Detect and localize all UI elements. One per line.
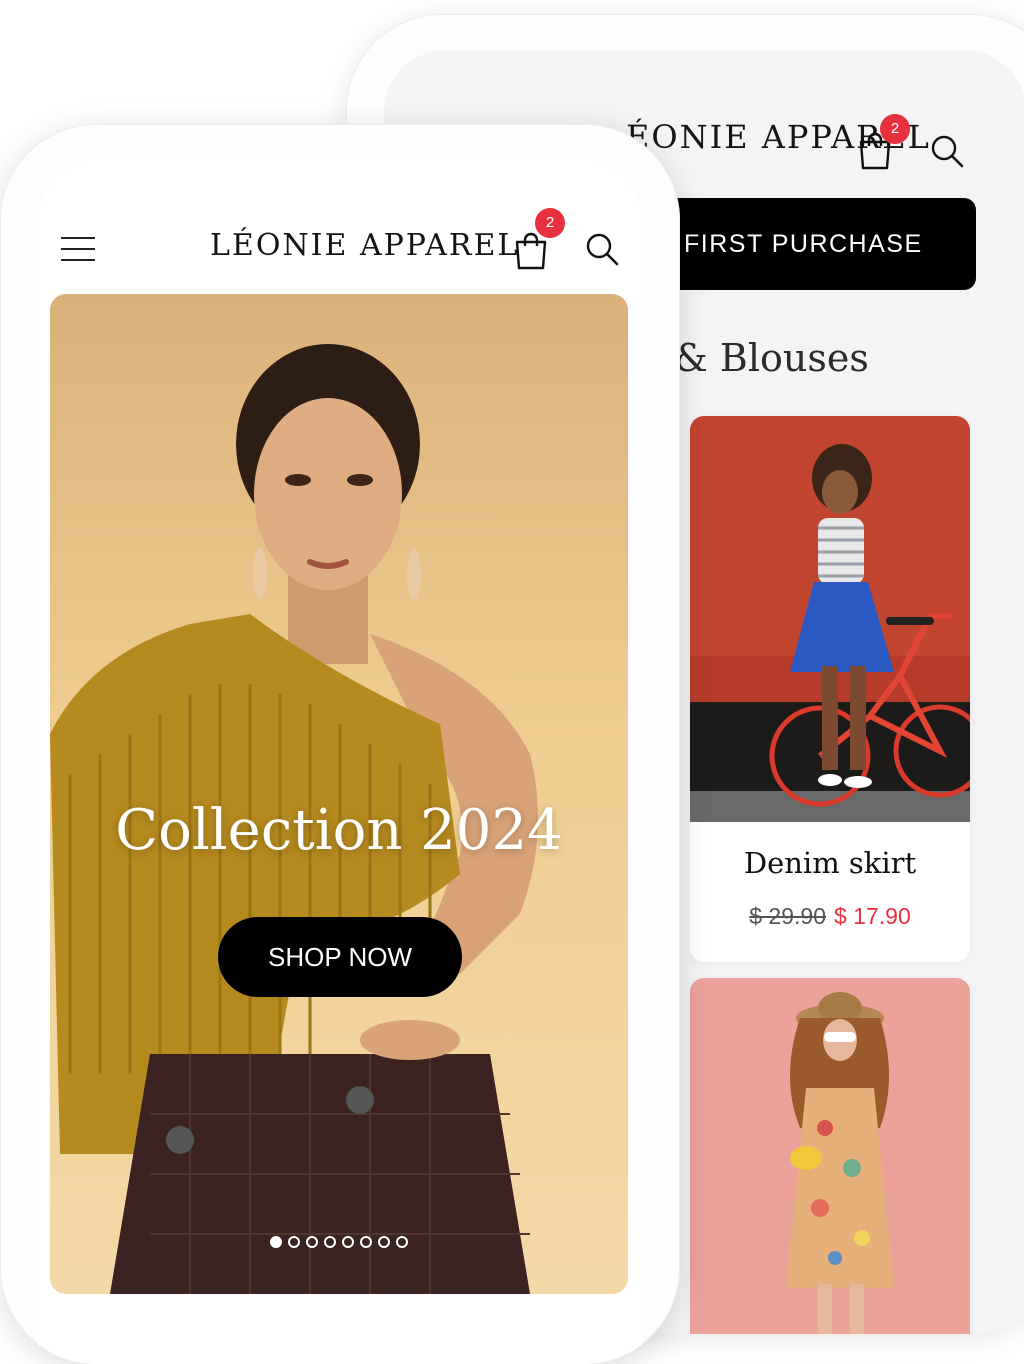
carousel-dot[interactable] <box>378 1236 390 1248</box>
carousel-dot[interactable] <box>396 1236 408 1248</box>
carousel-dot[interactable] <box>360 1236 372 1248</box>
carousel-dot[interactable] <box>288 1236 300 1248</box>
search-icon[interactable] <box>930 134 964 168</box>
cart-badge: 2 <box>535 208 565 238</box>
search-icon[interactable] <box>585 232 619 266</box>
carousel-dot[interactable] <box>306 1236 318 1248</box>
menu-icon[interactable] <box>60 236 96 262</box>
product-card[interactable]: Denim skirt $ 29.90 $ 17.90 <box>690 416 970 962</box>
carousel-dot[interactable] <box>324 1236 336 1248</box>
carousel-dot[interactable] <box>342 1236 354 1248</box>
hero-banner[interactable]: Collection 2024 SHOP NOW <box>50 294 628 1294</box>
front-phone-screen: LÉONIE APPAREL 2 Collection 2024 SHOP NO… <box>38 160 642 1364</box>
brand-logo[interactable]: LÉONIE APPAREL <box>210 228 519 263</box>
carousel-dots[interactable] <box>50 1236 628 1248</box>
sale-price: $ 17.90 <box>834 903 911 929</box>
woman-in-floral-dress-photo <box>690 978 970 1334</box>
model-in-mustard-sweater-photo <box>50 294 628 1294</box>
carousel-dot[interactable] <box>270 1236 282 1248</box>
hero-title: Collection 2024 <box>115 798 563 863</box>
woman-with-red-bicycle-photo <box>690 416 970 822</box>
section-title: & Blouses <box>674 336 869 380</box>
product-price: $ 29.90 $ 17.90 <box>690 903 970 930</box>
old-price: $ 29.90 <box>749 903 826 929</box>
front-phone-frame: LÉONIE APPAREL 2 Collection 2024 SHOP NO… <box>0 124 680 1364</box>
product-card[interactable] <box>690 978 970 1334</box>
cart-badge: 2 <box>880 114 910 144</box>
shop-now-button[interactable]: SHOP NOW <box>218 917 462 997</box>
product-name: Denim skirt <box>743 846 917 880</box>
